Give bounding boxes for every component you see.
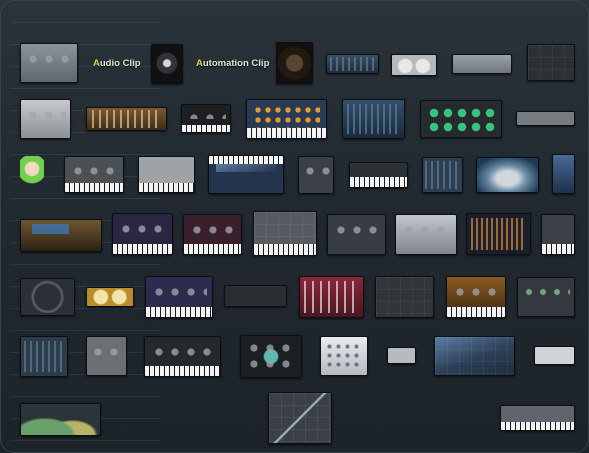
audio-clip-label-initial: A: [93, 58, 100, 69]
plugin-thumb-silver-synth-keys[interactable]: [138, 156, 195, 193]
plugin-thumb-dark-settings[interactable]: [224, 285, 287, 307]
plugin-thumb-silver-knob-box[interactable]: [395, 214, 457, 255]
plugin-thumb-wood-bar-synth[interactable]: [86, 107, 167, 131]
plugin-thumb-gray-rack[interactable]: [20, 99, 71, 139]
plugin-thumb-circular-panner[interactable]: [20, 278, 75, 316]
plugin-thumb-white-drum-machine[interactable]: [320, 336, 368, 376]
plugin-thumb-dark-keyboard-synth[interactable]: [181, 104, 231, 133]
plugin-thumb-small-gray-strip[interactable]: [516, 111, 575, 126]
plugin-thumb-gray-knob-panel[interactable]: [20, 43, 78, 83]
plugin-thumb-purple-synth-keys[interactable]: [112, 213, 173, 255]
plugin-thumb-blue-vocoder[interactable]: [342, 99, 405, 139]
plugin-thumb-small-white-strip[interactable]: [387, 347, 416, 364]
plugin-thumb-white-knob-module[interactable]: [391, 54, 437, 76]
automation-clip-icon[interactable]: [276, 42, 313, 84]
plugin-thumb-dark-blue-strip[interactable]: [326, 54, 379, 74]
plugin-thumb-step-sequencer[interactable]: [246, 99, 327, 139]
automation-clip-label-initial: A: [196, 58, 203, 69]
plugin-thumb-keys-panel-small[interactable]: [500, 405, 575, 431]
plugin-thumb-narrow-blue-plugin[interactable]: [552, 154, 575, 194]
plugin-thumb-blue-eq-keys[interactable]: [208, 155, 284, 194]
plugin-thumb-green-knob-rack[interactable]: [517, 277, 575, 317]
plugin-thumb-mixer-window[interactable]: [527, 44, 575, 81]
plugin-thumb-gray-keys-panel[interactable]: [253, 211, 317, 256]
plugin-thumb-photo-visualizer[interactable]: [476, 157, 539, 193]
automation-clip-label[interactable]: Automation Clip: [196, 58, 269, 69]
plugin-thumb-drum-pads[interactable]: [420, 100, 502, 138]
plugin-browser-grid: Audio Clip Automation Clip: [0, 0, 589, 453]
plugin-thumb-black-synth-keys[interactable]: [144, 336, 221, 377]
plugin-thumb-keyboard-synth[interactable]: [349, 162, 408, 188]
audio-clip-label[interactable]: Audio Clip: [93, 58, 141, 69]
plugin-thumb-eq-band[interactable]: [20, 336, 68, 377]
plugin-thumb-red-synth-keys[interactable]: [183, 214, 242, 255]
plugin-thumb-automation-graph[interactable]: [268, 392, 332, 444]
plugin-thumb-mascot[interactable]: [20, 156, 44, 188]
audio-clip-icon[interactable]: [151, 44, 183, 84]
plugin-thumb-gold-knob-module[interactable]: [86, 287, 134, 307]
plugin-thumb-purple-pad-synth[interactable]: [145, 276, 213, 318]
plugin-thumb-gray-small-panel[interactable]: [534, 346, 575, 365]
plugin-thumb-grid-synth[interactable]: [240, 335, 302, 378]
plugin-thumb-oscilloscope[interactable]: [375, 276, 434, 318]
plugin-thumb-knob-rack[interactable]: [327, 214, 386, 255]
plugin-thumb-gray-strip[interactable]: [452, 54, 512, 74]
plugin-thumb-spectrum-analyzer[interactable]: [466, 213, 531, 255]
automation-clip-label-rest: utomation Clip: [202, 58, 270, 69]
plugin-thumb-orange-synth-keys[interactable]: [446, 276, 506, 318]
plugin-thumb-gms-synth[interactable]: [20, 219, 102, 252]
plugin-thumb-small-keys-synth[interactable]: [541, 214, 575, 255]
plugin-thumb-gray-synth-keys[interactable]: [64, 156, 124, 193]
plugin-thumb-eq-curves[interactable]: [20, 403, 101, 436]
plugin-thumb-dark-knob-box[interactable]: [298, 156, 334, 194]
plugin-thumb-gray-sampler[interactable]: [86, 336, 127, 376]
audio-clip-label-rest: udio Clip: [99, 58, 141, 69]
plugin-thumb-red-slider-synth[interactable]: [299, 276, 364, 318]
plugin-thumb-envelope-editor[interactable]: [434, 336, 515, 376]
plugin-thumb-waveform-editor[interactable]: [422, 157, 463, 193]
